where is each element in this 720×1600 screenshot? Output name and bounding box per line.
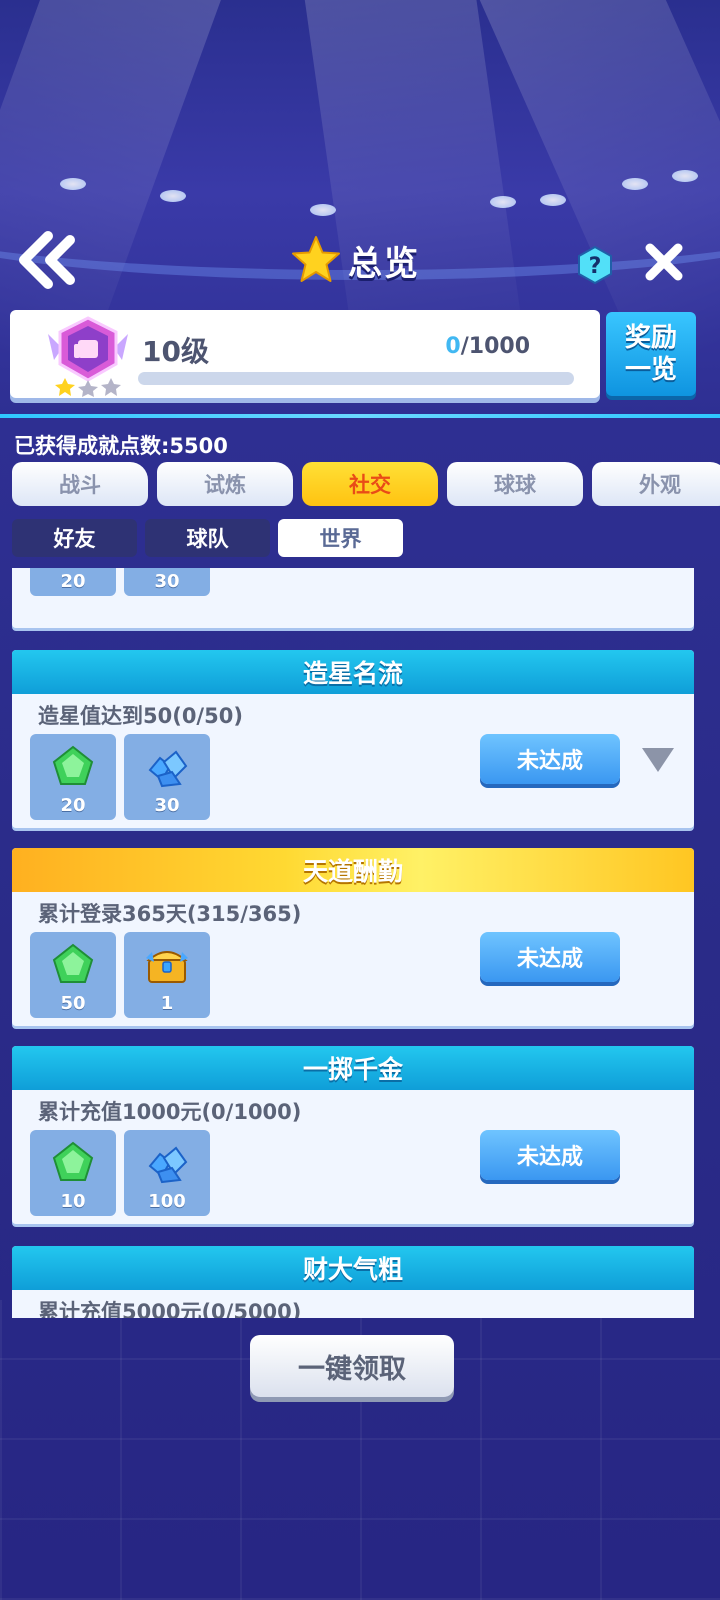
double-chevron-left-icon — [19, 231, 75, 289]
rank-badge-icon — [40, 314, 136, 398]
treasure-chest-icon — [146, 951, 188, 983]
reward-items: 20 30 — [30, 568, 210, 596]
achievement-condition: 造星值达到50(0/50) — [38, 704, 243, 728]
level-progress-total: /1000 — [460, 334, 530, 359]
level-progress-text: 0/1000 — [445, 334, 530, 359]
reward-overview-button[interactable]: 奖励一览 — [606, 312, 696, 396]
svg-text:?: ? — [589, 254, 602, 279]
achievement-card: 天道酬勤 累计登录365天(315/365) 50 1 未达成 — [12, 848, 694, 1026]
achievement-points: 已获得成就点数:5500 — [14, 434, 228, 458]
reward-item: 30 — [124, 568, 210, 596]
reward-items: 50 1 — [30, 932, 210, 1018]
tab-social[interactable]: 社交 — [302, 462, 438, 506]
reward-item: 20 — [30, 568, 116, 596]
category-tabs: 战斗 试炼 社交 球球 外观 — [12, 462, 720, 506]
tab-balls[interactable]: 球球 — [447, 462, 583, 506]
achievement-card: 20 30 未达成 — [12, 568, 694, 628]
star-icon — [292, 236, 340, 282]
tab-trial[interactable]: 试炼 — [157, 462, 293, 506]
question-icon: ? — [578, 245, 612, 285]
level-progress-current: 0 — [445, 334, 461, 359]
blue-crystal-icon — [148, 750, 188, 788]
reward-item: 1 — [124, 932, 210, 1018]
achievement-title: 天道酬勤 — [12, 848, 694, 892]
reward-items: 20 30 — [30, 734, 210, 820]
tab-combat[interactable]: 战斗 — [12, 462, 148, 506]
achievement-condition: 累计充值1000元(0/1000) — [38, 1100, 302, 1124]
level-panel: 10级 0/1000 — [10, 310, 600, 398]
page-header: 总览 — [290, 232, 420, 288]
green-gem-icon — [52, 1141, 94, 1181]
close-icon — [645, 243, 683, 281]
achievement-card: 一掷千金 累计充值1000元(0/1000) 10 100 未达成 — [12, 1046, 694, 1224]
level-label: 10级 — [142, 335, 209, 368]
status-button[interactable]: 未达成 — [480, 1130, 620, 1180]
level-progress-bar — [138, 372, 574, 385]
reward-item: 20 — [30, 734, 116, 820]
reward-overview-label: 奖励一览 — [624, 323, 677, 385]
subtab-world[interactable]: 世界 — [278, 519, 403, 557]
achievement-condition: 累计登录365天(315/365) — [38, 902, 302, 926]
claim-all-button[interactable]: 一键领取 — [250, 1335, 454, 1397]
reward-item: 50 — [30, 932, 116, 1018]
achievement-title: 一掷千金 — [12, 1046, 694, 1090]
blue-crystal-icon — [148, 1146, 188, 1184]
tab-appearance[interactable]: 外观 — [592, 462, 720, 506]
green-gem-icon — [52, 745, 94, 785]
divider — [0, 414, 720, 418]
achievement-card: 财大气粗 累计充值5000元(0/5000) — [12, 1246, 694, 1318]
reward-item: 100 — [124, 1130, 210, 1216]
status-button[interactable]: 未达成 — [480, 734, 620, 784]
achievement-list[interactable]: 20 30 未达成 造星名流 造星值达到50(0/50) 20 30 未达成 — [12, 568, 694, 1318]
reward-item: 30 — [124, 734, 210, 820]
status-button[interactable]: 未达成 — [480, 932, 620, 982]
back-button[interactable] — [14, 230, 80, 290]
green-gem-icon — [52, 943, 94, 983]
page-title: 总览 — [348, 243, 420, 284]
reward-items: 10 100 — [30, 1130, 210, 1216]
sub-tabs: 好友 球队 世界 — [12, 519, 403, 557]
expand-arrow-icon[interactable] — [640, 746, 676, 774]
achievement-title: 造星名流 — [12, 650, 694, 694]
reward-item: 10 — [30, 1130, 116, 1216]
close-button[interactable] — [644, 240, 684, 284]
achievement-title: 财大气粗 — [12, 1246, 694, 1290]
achievement-card: 造星名流 造星值达到50(0/50) 20 30 未达成 — [12, 650, 694, 828]
subtab-friends[interactable]: 好友 — [12, 519, 137, 557]
help-button[interactable]: ? — [576, 245, 614, 285]
achievement-condition: 累计充值5000元(0/5000) — [38, 1300, 302, 1318]
subtab-team[interactable]: 球队 — [145, 519, 270, 557]
